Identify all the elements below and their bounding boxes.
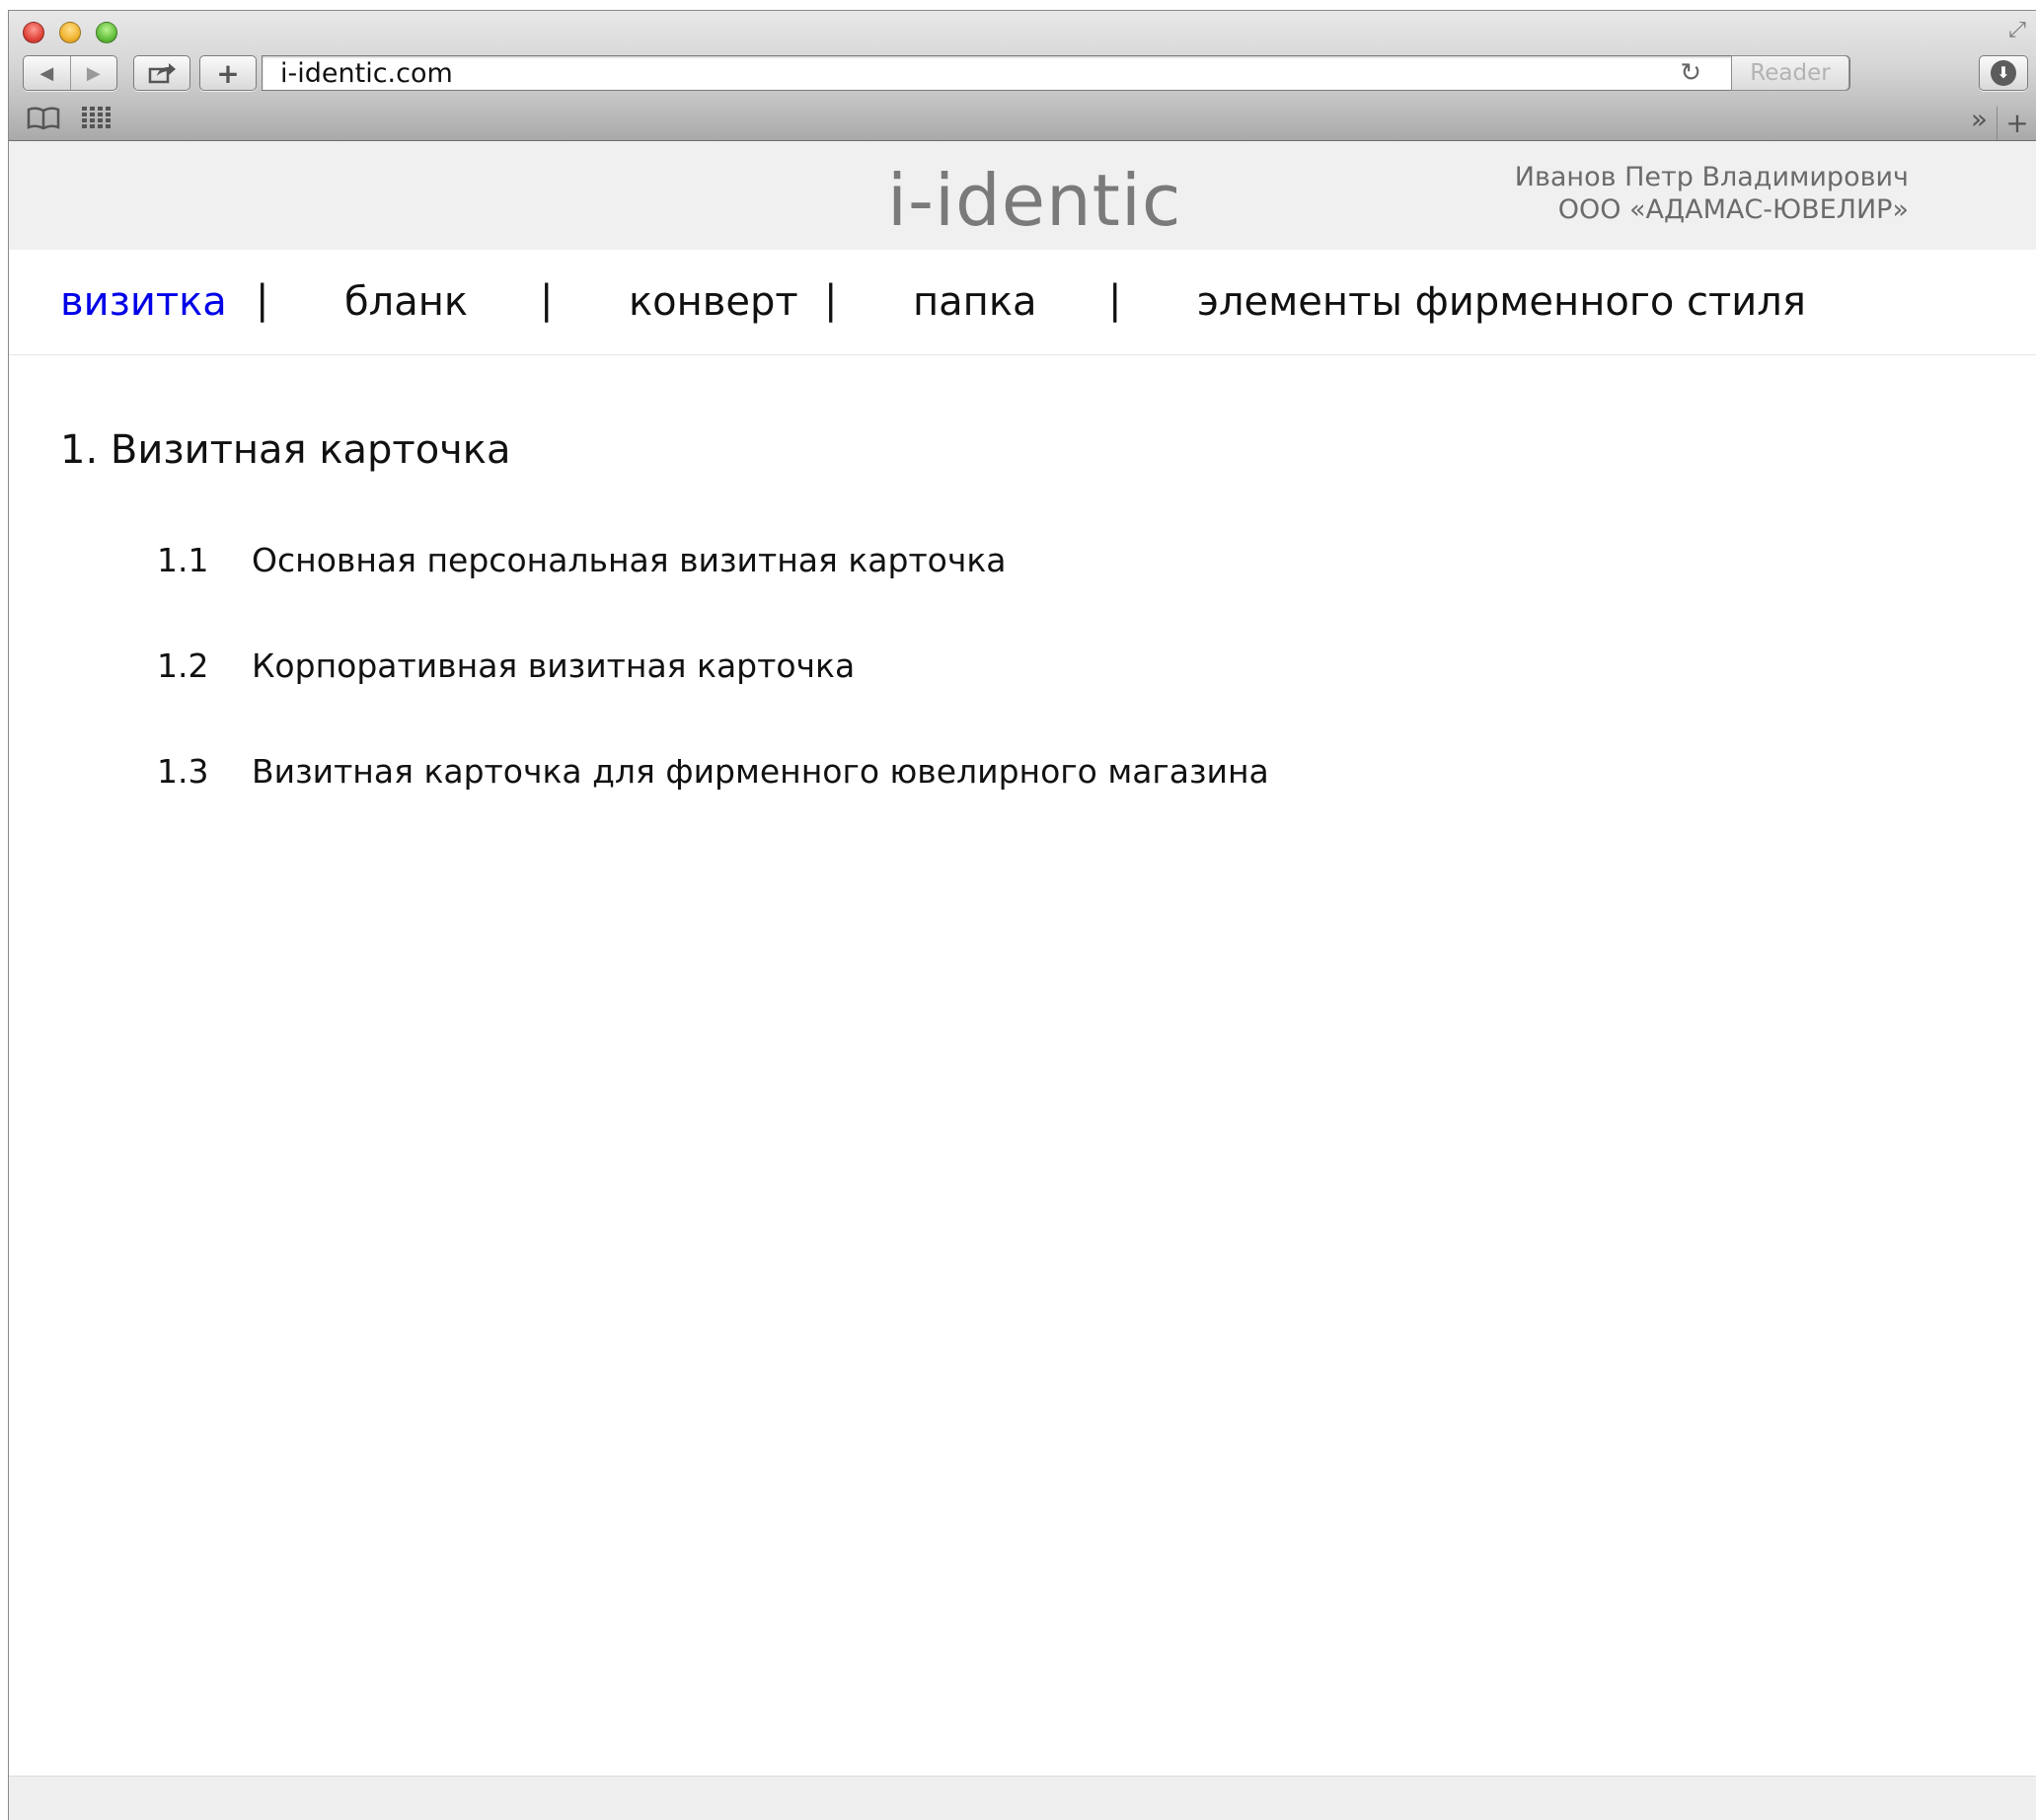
list-item[interactable]: 1.1 Основная персональная визитная карточ…: [157, 540, 1007, 581]
reload-icon[interactable]: ↻: [1680, 58, 1701, 88]
add-icon[interactable]: +: [199, 55, 257, 91]
forward-icon[interactable]: ▶: [69, 56, 117, 90]
browser-toolbar: ⤢ ◀ ▶ + i-identic.com ↻ Reader ⬇ » +: [9, 11, 2036, 141]
site-header: i-identic Иванов Петр Владимирович ООО «…: [9, 141, 2036, 250]
top-sites-icon[interactable]: [82, 106, 112, 135]
more-bookmarks-icon[interactable]: »: [1971, 105, 1988, 134]
nav-separator: |: [540, 277, 554, 323]
zoom-icon[interactable]: [96, 22, 117, 43]
section-title: 1. Визитная карточка: [60, 427, 511, 473]
reading-list-icon[interactable]: [27, 106, 60, 138]
web-page: i-identic Иванов Петр Владимирович ООО «…: [9, 141, 2036, 1820]
item-label[interactable]: Корпоративная визитная карточка: [252, 646, 855, 685]
fullscreen-icon[interactable]: ⤢: [2003, 17, 2031, 44]
nav-item-vizitka[interactable]: визитка: [60, 277, 227, 327]
list-item[interactable]: 1.2 Корпоративная визитная карточка: [157, 645, 855, 687]
nav-item-konvert[interactable]: конверт: [629, 277, 798, 327]
page-footer: [9, 1776, 2036, 1820]
share-icon[interactable]: [133, 55, 190, 91]
list-item[interactable]: 1.3 Визитная карточка для фирменного ювел…: [157, 751, 1269, 793]
nav-separator: |: [256, 277, 269, 323]
nav-item-papka[interactable]: папка: [913, 277, 1037, 327]
user-name: Иванов Петр Владимирович: [1514, 162, 1909, 192]
item-label[interactable]: Визитная карточка для фирменного ювелирн…: [252, 752, 1269, 791]
new-tab-icon[interactable]: +: [1997, 107, 2036, 140]
site-logo[interactable]: i-identic: [887, 161, 1181, 240]
item-number: 1.2: [157, 646, 209, 685]
item-number: 1.1: [157, 541, 209, 579]
browser-window: ⤢ ◀ ▶ + i-identic.com ↻ Reader ⬇ » + i-i…: [8, 10, 2036, 1820]
nav-item-elements[interactable]: элементы фирменного стиля: [1197, 277, 1806, 327]
user-info: Иванов Петр Владимирович ООО «АДАМАС-ЮВЕ…: [1515, 161, 1909, 226]
nav-item-blank[interactable]: бланк: [344, 277, 468, 327]
item-number: 1.3: [157, 752, 209, 791]
back-forward-buttons: ◀ ▶: [23, 55, 117, 91]
company-name: ООО «АДАМАС-ЮВЕЛИР»: [1557, 194, 1909, 225]
download-icon[interactable]: ⬇: [1979, 55, 2028, 91]
nav-separator: |: [824, 277, 838, 323]
address-bar[interactable]: i-identic.com ↻ Reader: [262, 55, 1850, 91]
minimize-icon[interactable]: [59, 22, 81, 43]
url-text[interactable]: i-identic.com: [280, 59, 453, 89]
back-icon[interactable]: ◀: [24, 56, 70, 90]
nav-separator: |: [1108, 277, 1122, 323]
download-arrow-icon: ⬇: [1991, 60, 2016, 86]
item-label[interactable]: Основная персональная визитная карточка: [252, 541, 1007, 579]
reader-button[interactable]: Reader: [1731, 55, 1849, 91]
main-nav: визитка | бланк | конверт | папка | элем…: [9, 250, 2036, 355]
close-icon[interactable]: [23, 22, 44, 43]
